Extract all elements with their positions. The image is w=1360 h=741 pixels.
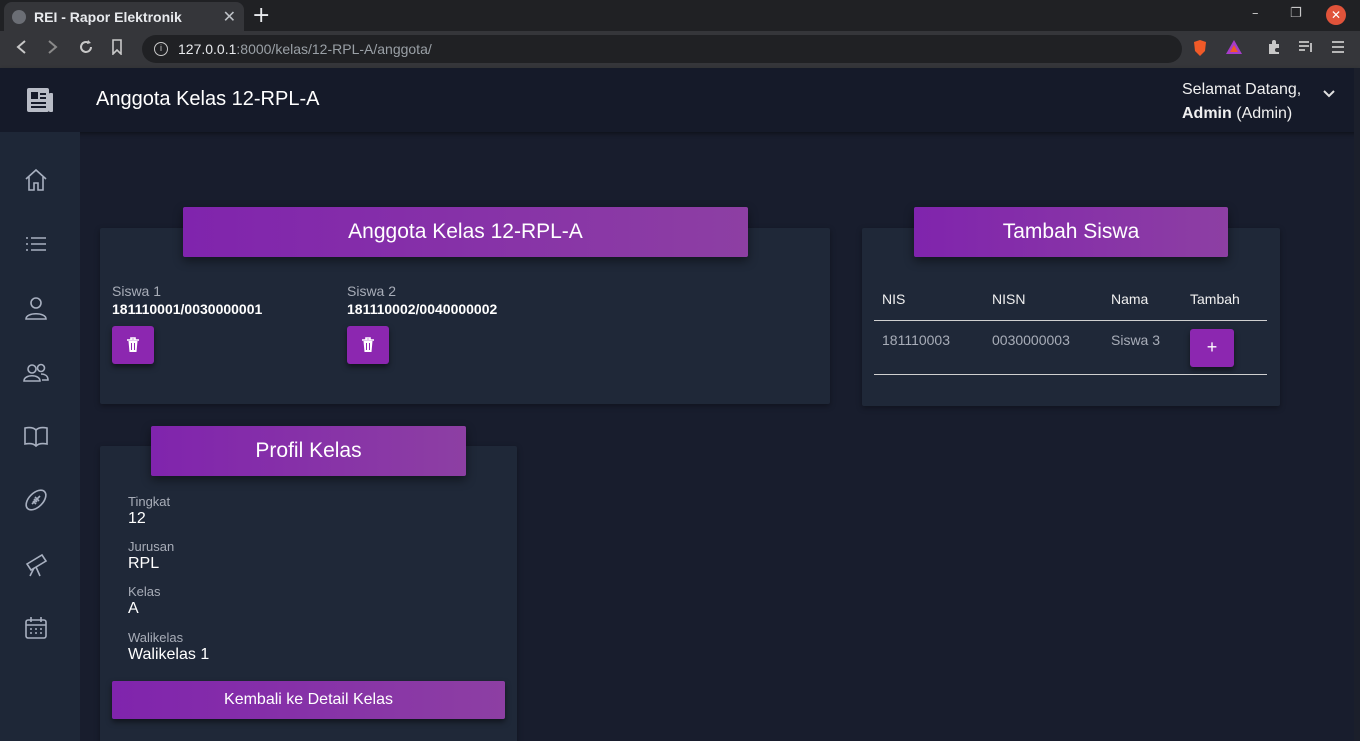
welcome-text: Selamat Datang, — [1182, 81, 1302, 98]
field-value: RPL — [128, 555, 160, 572]
bookmark-icon[interactable] — [111, 39, 123, 59]
cell-nisn: 0030000003 — [984, 320, 1103, 375]
extensions-icon[interactable] — [1266, 39, 1282, 59]
site-info-icon[interactable]: i — [154, 42, 168, 56]
add-student-table: NIS NISN Nama Tambah 181110003 003000000… — [874, 278, 1267, 375]
cell-nis: 181110003 — [874, 320, 984, 375]
football-icon[interactable] — [22, 486, 50, 514]
field-label: Jurusan — [128, 539, 175, 554]
calendar-icon[interactable] — [22, 614, 50, 642]
reload-icon[interactable] — [78, 39, 94, 59]
field-value: A — [128, 600, 139, 617]
members-card-header: Anggota Kelas 12-RPL-A — [183, 207, 748, 257]
window-close-icon[interactable]: ✕ — [1326, 5, 1346, 25]
users-icon[interactable] — [22, 358, 50, 386]
trash-icon — [127, 337, 139, 352]
delete-member-button[interactable] — [347, 326, 389, 364]
globe-icon — [12, 9, 26, 24]
browser-tab-bar: REI - Rapor Elektronik ✕ + – ❐ ✕ — [0, 0, 1360, 31]
menu-icon[interactable] — [1331, 39, 1345, 59]
newspaper-icon[interactable] — [25, 85, 55, 115]
member-item: Siswa 2 181110002/0040000002 — [347, 283, 497, 317]
field-label: Kelas — [128, 584, 161, 599]
field-label: Walikelas — [128, 630, 184, 645]
forward-icon[interactable] — [46, 39, 60, 59]
page-scrollbar[interactable] — [1354, 68, 1360, 741]
app-header: Anggota Kelas 12-RPL-A Selamat Datang, A… — [0, 68, 1360, 132]
profile-card-header: Profil Kelas — [151, 426, 466, 476]
user-role: (Admin) — [1236, 105, 1293, 122]
field-value: Walikelas 1 — [128, 646, 210, 663]
add-student-card-header: Tambah Siswa — [914, 207, 1228, 257]
tab-close-icon[interactable]: ✕ — [223, 7, 236, 26]
member-id: 181110002/0040000002 — [347, 301, 498, 317]
chevron-down-icon[interactable] — [1322, 86, 1336, 100]
brave-rewards-icon[interactable] — [1225, 39, 1243, 59]
profile-field: Jurusan RPL — [128, 539, 174, 573]
page-title: Anggota Kelas 12-RPL-A — [96, 88, 320, 110]
profile-field: Tingkat 12 — [128, 494, 170, 528]
back-icon[interactable] — [14, 39, 28, 59]
cell-nama: Siswa 3 — [1103, 320, 1182, 375]
column-header: Tambah — [1182, 278, 1267, 321]
minimize-icon[interactable]: – — [1252, 6, 1259, 21]
url-path: :8000/kelas/12-RPL-A/anggota/ — [236, 41, 432, 57]
profile-field: Walikelas Walikelas 1 — [128, 630, 209, 664]
profile-card: Tingkat 12 Jurusan RPL Kelas A Walikelas… — [100, 446, 517, 741]
home-icon[interactable] — [22, 166, 50, 194]
add-student-button[interactable]: + — [1190, 328, 1234, 367]
trash-icon — [362, 337, 374, 352]
column-header: Nama — [1103, 278, 1182, 321]
member-id: 181110001/0030000001 — [112, 301, 263, 317]
browser-toolbar: i 127.0.0.1:8000/kelas/12-RPL-A/anggota/ — [0, 31, 1360, 68]
cell-tambah: + — [1182, 320, 1267, 375]
url-host: 127.0.0.1 — [178, 41, 237, 57]
maximize-icon[interactable]: ❐ — [1290, 6, 1302, 21]
table-header-row: NIS NISN Nama Tambah — [874, 278, 1267, 321]
media-queue-icon[interactable] — [1298, 39, 1314, 59]
brave-shield-icon[interactable] — [1192, 39, 1208, 61]
profile-field: Kelas A — [128, 584, 161, 618]
telescope-icon[interactable] — [22, 550, 50, 578]
sidebar — [0, 132, 80, 741]
new-tab-icon[interactable]: + — [252, 3, 270, 28]
user-name: Admin — [1182, 105, 1232, 122]
field-label: Tingkat — [128, 494, 171, 509]
member-name: Siswa 1 — [112, 283, 162, 299]
member-name: Siswa 2 — [347, 283, 397, 299]
column-header: NISN — [984, 278, 1103, 321]
user-menu[interactable]: Selamat Datang, Admin (Admin) — [1182, 78, 1301, 126]
user-icon[interactable] — [22, 294, 50, 322]
url-bar[interactable]: i 127.0.0.1:8000/kelas/12-RPL-A/anggota/ — [142, 35, 1182, 63]
delete-member-button[interactable] — [112, 326, 154, 364]
column-header: NIS — [874, 278, 984, 321]
list-icon[interactable] — [22, 230, 50, 258]
book-icon[interactable] — [22, 422, 50, 450]
browser-tab[interactable]: REI - Rapor Elektronik ✕ — [4, 2, 244, 31]
field-value: 12 — [128, 510, 146, 527]
tab-title: REI - Rapor Elektronik — [34, 8, 182, 25]
back-to-class-detail-button[interactable]: Kembali ke Detail Kelas — [112, 681, 505, 719]
table-row: 181110003 0030000003 Siswa 3 + — [874, 320, 1267, 375]
member-item: Siswa 1 181110001/0030000001 — [112, 283, 262, 317]
